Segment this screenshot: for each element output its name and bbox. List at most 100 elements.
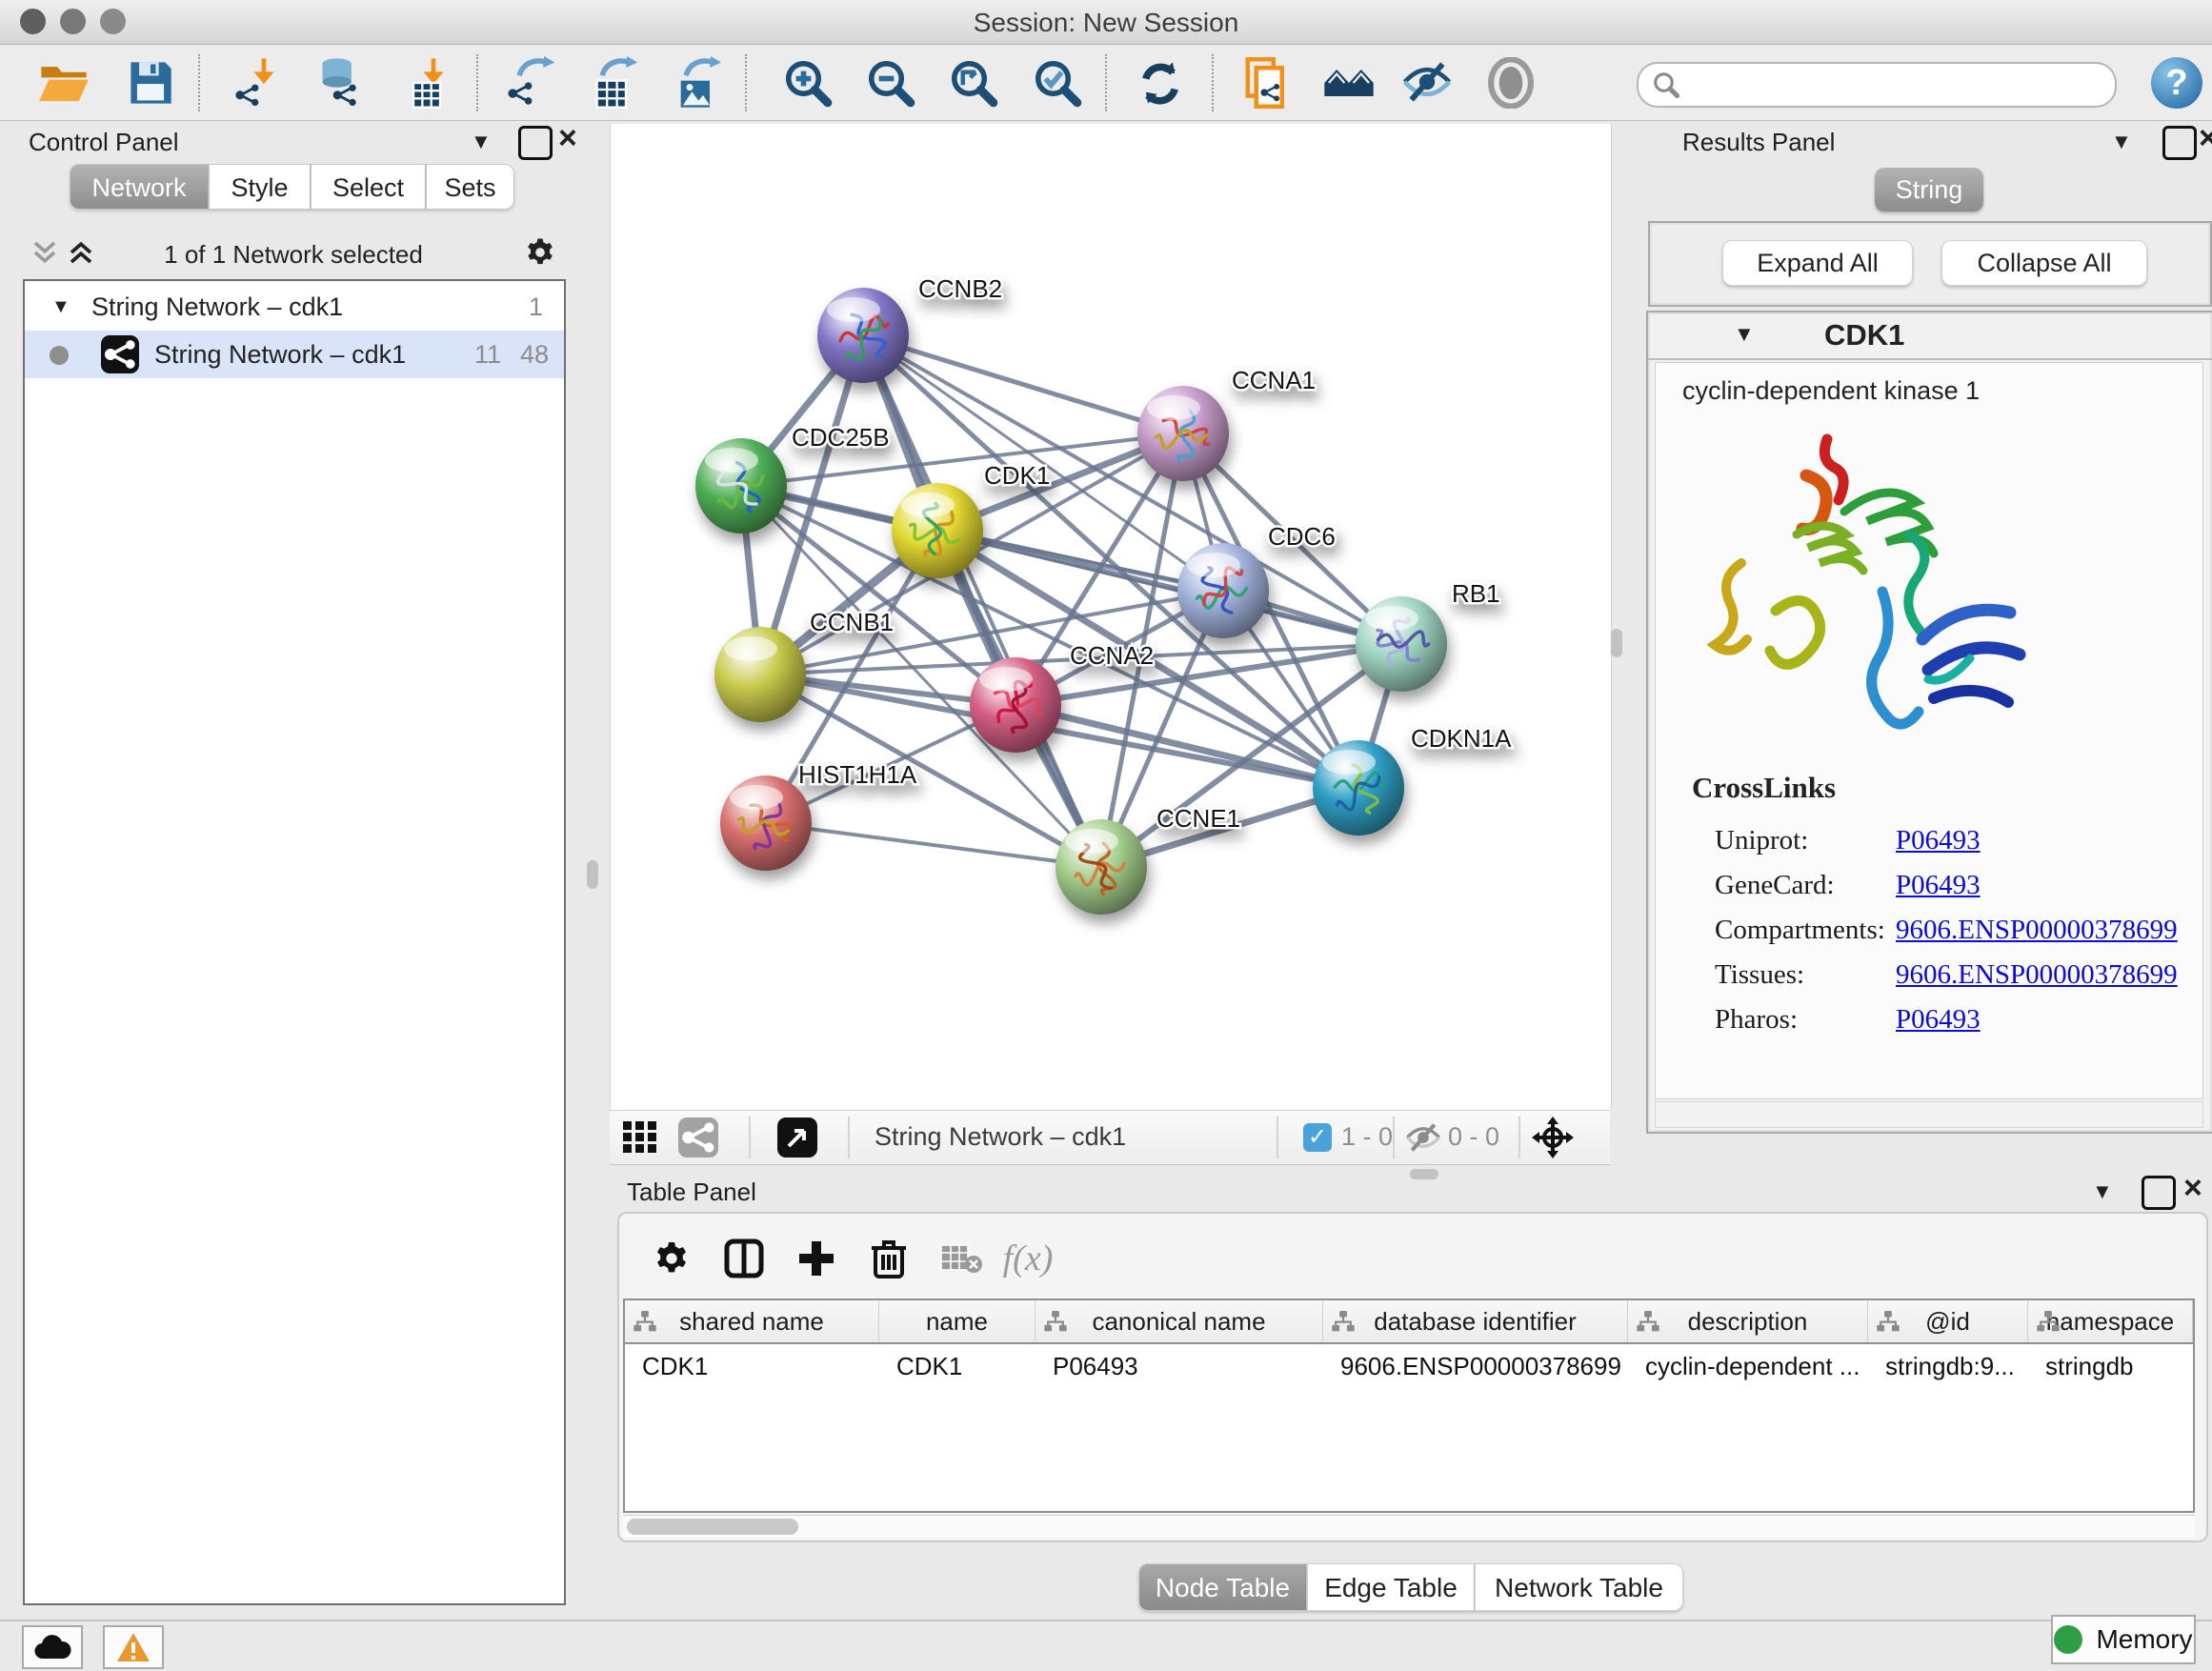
crosslink-link[interactable]: P06493	[1896, 1004, 1981, 1036]
network-row-selected[interactable]: String Network – cdk1 11 48	[25, 331, 564, 378]
zoom-in-icon[interactable]	[779, 56, 836, 110]
table-delete-icon[interactable]	[861, 1231, 916, 1286]
duplicate-network-icon[interactable]	[1238, 56, 1296, 110]
tab-edge-table[interactable]: Edge Table	[1307, 1563, 1475, 1611]
network-graph[interactable]: CCNB2CCNA1CDC25BCDK1CDC6RB1CCNB1CCNA2CDK…	[611, 124, 1611, 1110]
tab-network-table[interactable]: Network Table	[1475, 1563, 1683, 1611]
cell-description[interactable]: cyclin-dependent ...	[1628, 1344, 1868, 1388]
refresh-icon[interactable]	[1132, 56, 1189, 110]
gene-collapse-icon[interactable]: ▼	[1734, 322, 1755, 347]
cell-namespace[interactable]: stringdb	[2028, 1344, 2193, 1388]
memory-button[interactable]: Memory	[2051, 1615, 2196, 1664]
warning-button[interactable]	[103, 1625, 164, 1669]
column-header-database-identifier[interactable]: database identifier	[1323, 1300, 1628, 1342]
cell-shared-name[interactable]: CDK1	[625, 1344, 879, 1388]
column-header-@id[interactable]: @id	[1868, 1300, 2028, 1342]
network-selection-bar: 1 of 1 Network selected	[8, 232, 579, 274]
bottom-splitter-handle[interactable]	[1410, 1169, 1438, 1179]
export-network-icon[interactable]	[501, 56, 558, 110]
import-table-icon[interactable]	[398, 56, 455, 110]
search-input[interactable]	[1688, 68, 2101, 100]
cell-name[interactable]: CDK1	[879, 1344, 1036, 1388]
results-panel-menu-icon[interactable]: ▼	[2111, 130, 2132, 154]
results-panel-close-icon[interactable]: ×	[2199, 120, 2212, 157]
tab-select[interactable]: Select	[311, 164, 426, 210]
selected-checkbox-icon[interactable]: ✓	[1303, 1123, 1332, 1152]
crosslink-link[interactable]: 9606.ENSP00000378699	[1896, 915, 2178, 946]
network-collection-row[interactable]: ▼ String Network – cdk1 1	[25, 283, 564, 331]
gene-section-header[interactable]: ▼ CDK1	[1648, 312, 2212, 360]
pan-crosshair-icon[interactable]	[1532, 1117, 1574, 1158]
table-row[interactable]: CDK1CDK1P064939606.ENSP00000378699cyclin…	[625, 1344, 2193, 1388]
crosslink-link[interactable]: 9606.ENSP00000378699	[1896, 959, 2178, 991]
help-icon[interactable]: ?	[2151, 57, 2202, 109]
hide-selected-icon[interactable]	[1398, 56, 1456, 110]
open-session-icon[interactable]	[35, 56, 92, 110]
tab-style[interactable]: Style	[209, 164, 311, 210]
collection-expand-icon[interactable]: ▼	[51, 283, 70, 331]
control-panel-close-icon[interactable]: ×	[558, 120, 577, 157]
tab-network[interactable]: Network	[70, 164, 209, 210]
hierarchy-icon	[1636, 1309, 1660, 1334]
table-panel-float-icon[interactable]	[2142, 1176, 2176, 1210]
save-session-icon[interactable]	[122, 56, 179, 110]
export-table-icon[interactable]	[584, 56, 641, 110]
zoom-out-icon[interactable]	[862, 56, 919, 110]
import-network-icon[interactable]	[229, 56, 286, 110]
node-CDKN1A[interactable]: CDKN1A	[1313, 724, 1512, 836]
table-add-icon[interactable]	[789, 1231, 844, 1286]
control-panel-float-icon[interactable]	[518, 126, 553, 160]
table-gear-icon[interactable]	[644, 1231, 699, 1286]
table-columns-icon[interactable]	[716, 1231, 772, 1286]
table-panel-menu-icon[interactable]: ▼	[2092, 1179, 2113, 1204]
cloud-button[interactable]	[22, 1625, 83, 1669]
node-CCNB2[interactable]: CCNB2	[817, 274, 1002, 383]
scrollbar-thumb[interactable]	[627, 1519, 798, 1535]
column-header-canonical-name[interactable]: canonical name	[1036, 1300, 1323, 1342]
memory-status-dot	[2054, 1625, 2082, 1654]
network-view-canvas[interactable]: CCNB2CCNA1CDC25BCDK1CDC6RB1CCNB1CCNA2CDK…	[610, 124, 1612, 1110]
zoom-fit-icon[interactable]	[945, 56, 1002, 110]
network-view-string-icon[interactable]	[678, 1117, 718, 1158]
column-header-name[interactable]: name	[879, 1300, 1036, 1342]
cell-@id[interactable]: stringdb:9...	[1868, 1344, 2028, 1388]
node-HIST1H1A[interactable]: HIST1H1A	[720, 760, 917, 871]
left-splitter-handle[interactable]	[587, 860, 598, 889]
grid-view-icon[interactable]	[623, 1121, 661, 1154]
results-panel-float-icon[interactable]	[2162, 126, 2197, 160]
search-field[interactable]	[1637, 62, 2117, 108]
import-network-database-icon[interactable]	[311, 56, 368, 110]
zoom-selected-icon[interactable]	[1029, 56, 1086, 110]
tab-node-table[interactable]: Node Table	[1138, 1563, 1307, 1611]
cell-database-identifier[interactable]: 9606.ENSP00000378699	[1323, 1344, 1628, 1388]
detach-view-icon[interactable]	[777, 1117, 817, 1158]
birdseye-icon[interactable]	[1482, 56, 1539, 110]
column-header-description[interactable]: description	[1628, 1300, 1868, 1342]
toolbar-separator	[1212, 54, 1214, 111]
crosslink-link[interactable]: P06493	[1896, 870, 1981, 901]
node-table-header[interactable]: shared namenamecanonical namedatabase id…	[625, 1300, 2193, 1344]
node-RB1[interactable]: RB1	[1356, 579, 1500, 692]
export-image-icon[interactable]	[668, 56, 725, 110]
control-panel-menu-icon[interactable]: ▼	[471, 130, 492, 154]
crosslink-row: Uniprot:P06493	[1715, 818, 2191, 863]
node-CCNA1[interactable]: CCNA1	[1137, 366, 1316, 481]
network-options-gear-icon[interactable]	[524, 236, 556, 269]
hidden-eye-icon[interactable]	[1404, 1123, 1442, 1152]
table-hscrollbar[interactable]	[623, 1515, 2195, 1538]
table-fx-icon[interactable]: f(x)	[1000, 1231, 1056, 1286]
expand-all-button[interactable]: Expand All	[1722, 240, 1913, 286]
cell-canonical-name[interactable]: P06493	[1036, 1344, 1323, 1388]
tab-string[interactable]: String	[1875, 168, 1983, 211]
column-header-namespace[interactable]: namespace	[2028, 1300, 2193, 1342]
tab-sets[interactable]: Sets	[426, 164, 514, 210]
crosslink-link[interactable]: P06493	[1896, 825, 1981, 856]
column-header-shared-name[interactable]: shared name	[625, 1300, 879, 1342]
show-graphics-details-icon[interactable]	[1320, 56, 1377, 110]
collapse-all-button[interactable]: Collapse All	[1941, 240, 2147, 286]
table-panel-close-icon[interactable]: ×	[2183, 1170, 2202, 1207]
table-delete-table-icon[interactable]	[934, 1231, 989, 1286]
results-hscrollbar[interactable]	[1655, 1101, 2203, 1128]
node-CCNB1[interactable]: CCNB1	[714, 608, 894, 722]
node-CCNE1[interactable]: CCNE1	[1056, 804, 1240, 915]
